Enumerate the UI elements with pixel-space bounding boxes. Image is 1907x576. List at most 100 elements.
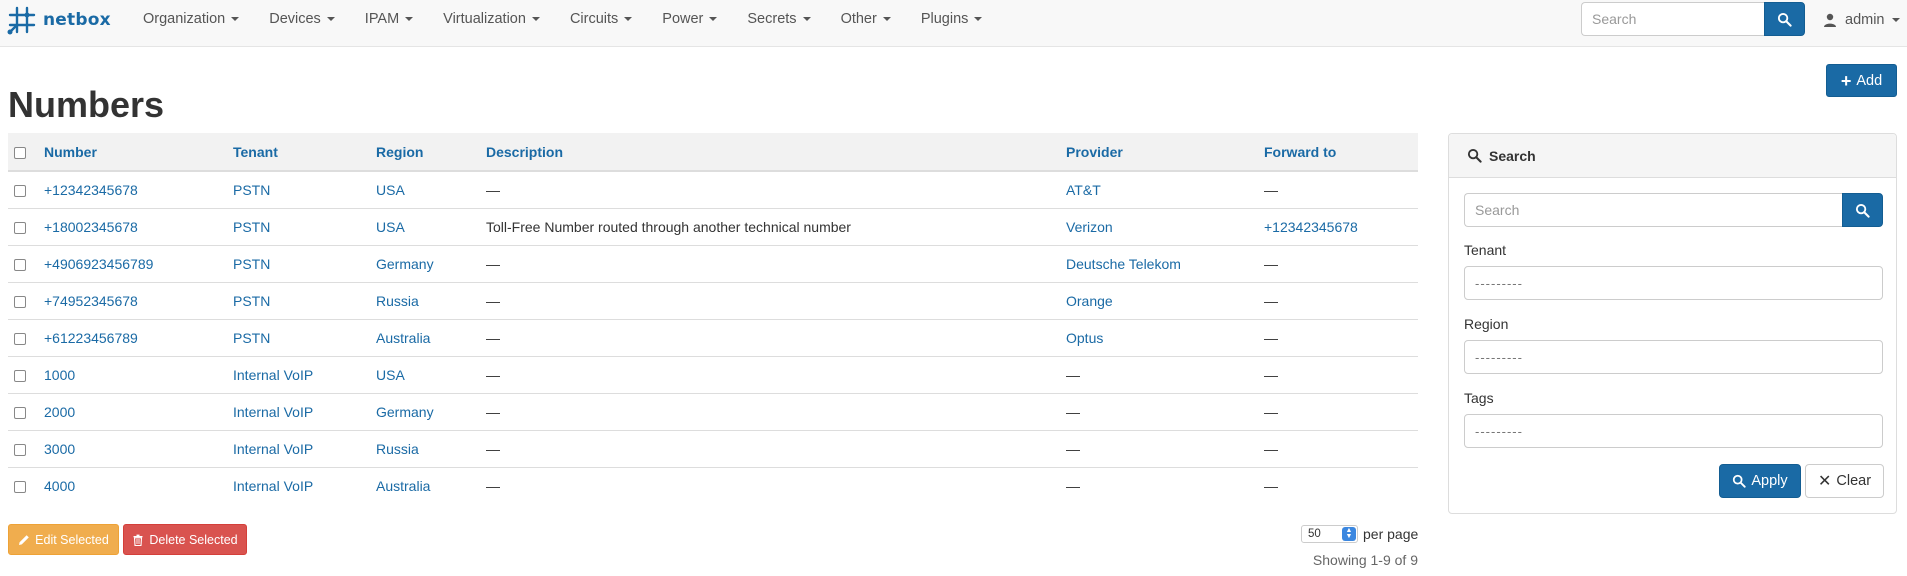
- region-link[interactable]: USA: [376, 219, 405, 235]
- region-link[interactable]: Russia: [376, 441, 419, 457]
- menu-power[interactable]: Power: [647, 11, 732, 27]
- select-stepper-icon: ▲ ▼: [1342, 527, 1356, 541]
- delete-selected-button[interactable]: Delete Selected: [123, 524, 247, 555]
- region-link[interactable]: Russia: [376, 293, 419, 309]
- region-link[interactable]: USA: [376, 182, 405, 198]
- menu-ipam[interactable]: IPAM: [350, 11, 428, 27]
- forward-to-link[interactable]: +12342345678: [1264, 219, 1358, 235]
- region-link[interactable]: Germany: [376, 256, 434, 272]
- tenant-link[interactable]: PSTN: [233, 293, 270, 309]
- forward-to-cell: —: [1264, 244, 1418, 282]
- apply-label: Apply: [1751, 473, 1788, 489]
- number-link[interactable]: +12342345678: [44, 182, 138, 198]
- number-link[interactable]: +74952345678: [44, 293, 138, 309]
- row-checkbox[interactable]: [14, 369, 26, 382]
- tenant-filter-label: Tenant: [1464, 242, 1507, 258]
- menu-label: Other: [840, 11, 877, 27]
- filter-search-input[interactable]: [1464, 193, 1842, 227]
- caret-down-icon: [802, 17, 811, 21]
- per-page-select[interactable]: 50 ▲ ▼: [1301, 525, 1358, 543]
- apply-button[interactable]: Apply: [1719, 464, 1801, 498]
- tags-filter-select[interactable]: ---------: [1464, 414, 1883, 448]
- table-row: 2000 Internal VoIP Germany — — —: [8, 392, 1418, 430]
- global-search-button[interactable]: [1764, 2, 1805, 36]
- number-link[interactable]: +61223456789: [44, 330, 138, 346]
- number-link[interactable]: +18002345678: [44, 219, 138, 235]
- header-forward-to[interactable]: Forward to: [1264, 133, 1418, 172]
- provider-link[interactable]: Orange: [1066, 293, 1113, 309]
- header-tenant[interactable]: Tenant: [233, 133, 376, 172]
- number-link[interactable]: 4000: [44, 478, 75, 494]
- provider-link[interactable]: AT&T: [1066, 182, 1101, 198]
- caret-down-icon: [326, 17, 335, 21]
- tenant-link[interactable]: Internal VoIP: [233, 441, 313, 457]
- header-number[interactable]: Number: [44, 133, 233, 172]
- filter-panel-heading: Search: [1449, 134, 1896, 178]
- row-checkbox[interactable]: [14, 185, 26, 198]
- menu-label: Virtualization: [443, 11, 526, 27]
- table-row: +74952345678 PSTN Russia — Orange —: [8, 281, 1418, 319]
- row-checkbox[interactable]: [14, 481, 26, 494]
- description-cell: —: [486, 355, 1066, 393]
- row-checkbox[interactable]: [14, 406, 26, 419]
- menu-label: IPAM: [364, 11, 400, 27]
- menu-circuits[interactable]: Circuits: [555, 11, 647, 27]
- description-cell: —: [486, 244, 1066, 282]
- tenant-filter-select[interactable]: ---------: [1464, 266, 1883, 300]
- region-link[interactable]: Australia: [376, 478, 430, 494]
- top-navbar: netbox Organization Devices IPAM Virtual…: [0, 0, 1907, 47]
- forward-to-cell: —: [1264, 355, 1418, 393]
- number-link[interactable]: 3000: [44, 441, 75, 457]
- region-filter-select[interactable]: ---------: [1464, 340, 1883, 374]
- number-link[interactable]: 2000: [44, 404, 75, 420]
- provider-link[interactable]: Verizon: [1066, 219, 1113, 235]
- menu-plugins[interactable]: Plugins: [906, 11, 998, 27]
- number-link[interactable]: +4906923456789: [44, 256, 153, 272]
- user-menu[interactable]: admin: [1823, 0, 1900, 40]
- search-icon: [1777, 12, 1792, 27]
- header-description[interactable]: Description: [486, 133, 1066, 172]
- header-provider[interactable]: Provider: [1066, 133, 1264, 172]
- provider-link[interactable]: Optus: [1066, 330, 1103, 346]
- row-checkbox[interactable]: [14, 258, 26, 271]
- number-link[interactable]: 1000: [44, 367, 75, 383]
- tenant-link[interactable]: Internal VoIP: [233, 404, 313, 420]
- tenant-link[interactable]: Internal VoIP: [233, 367, 313, 383]
- row-checkbox[interactable]: [14, 295, 26, 308]
- add-label: Add: [1856, 72, 1883, 89]
- filter-search: [1464, 193, 1883, 227]
- filter-search-button[interactable]: [1842, 193, 1883, 227]
- brand-logo[interactable]: netbox: [7, 5, 111, 35]
- add-button[interactable]: + Add: [1826, 64, 1897, 97]
- clear-button[interactable]: ✕ Clear: [1805, 464, 1884, 498]
- menu-label: Devices: [269, 11, 321, 27]
- menu-organization[interactable]: Organization: [128, 11, 254, 27]
- menu-virtualization[interactable]: Virtualization: [428, 11, 555, 27]
- region-link[interactable]: USA: [376, 367, 405, 383]
- region-link[interactable]: Australia: [376, 330, 430, 346]
- brand-name: netbox: [43, 10, 111, 30]
- caret-down-icon: [531, 17, 540, 21]
- edit-selected-button[interactable]: Edit Selected: [8, 524, 119, 555]
- provider-link[interactable]: Deutsche Telekom: [1066, 256, 1181, 272]
- menu-other[interactable]: Other: [826, 11, 906, 27]
- tenant-link[interactable]: PSTN: [233, 256, 270, 272]
- select-all-checkbox[interactable]: [14, 146, 26, 159]
- table-row: 4000 Internal VoIP Australia — — —: [8, 466, 1418, 504]
- region-link[interactable]: Germany: [376, 404, 434, 420]
- row-checkbox[interactable]: [14, 221, 26, 234]
- row-checkbox[interactable]: [14, 443, 26, 456]
- tenant-link[interactable]: PSTN: [233, 330, 270, 346]
- menu-devices[interactable]: Devices: [254, 11, 350, 27]
- row-checkbox[interactable]: [14, 332, 26, 345]
- global-search-input[interactable]: [1581, 2, 1764, 36]
- forward-to-cell: —: [1264, 392, 1418, 430]
- header-region[interactable]: Region: [376, 133, 486, 172]
- menu-label: Plugins: [920, 11, 969, 27]
- tenant-link[interactable]: PSTN: [233, 219, 270, 235]
- tenant-link[interactable]: Internal VoIP: [233, 478, 313, 494]
- tenant-link[interactable]: PSTN: [233, 182, 270, 198]
- search-icon: [1467, 148, 1482, 163]
- description-cell: —: [486, 181, 500, 198]
- menu-secrets[interactable]: Secrets: [732, 11, 825, 27]
